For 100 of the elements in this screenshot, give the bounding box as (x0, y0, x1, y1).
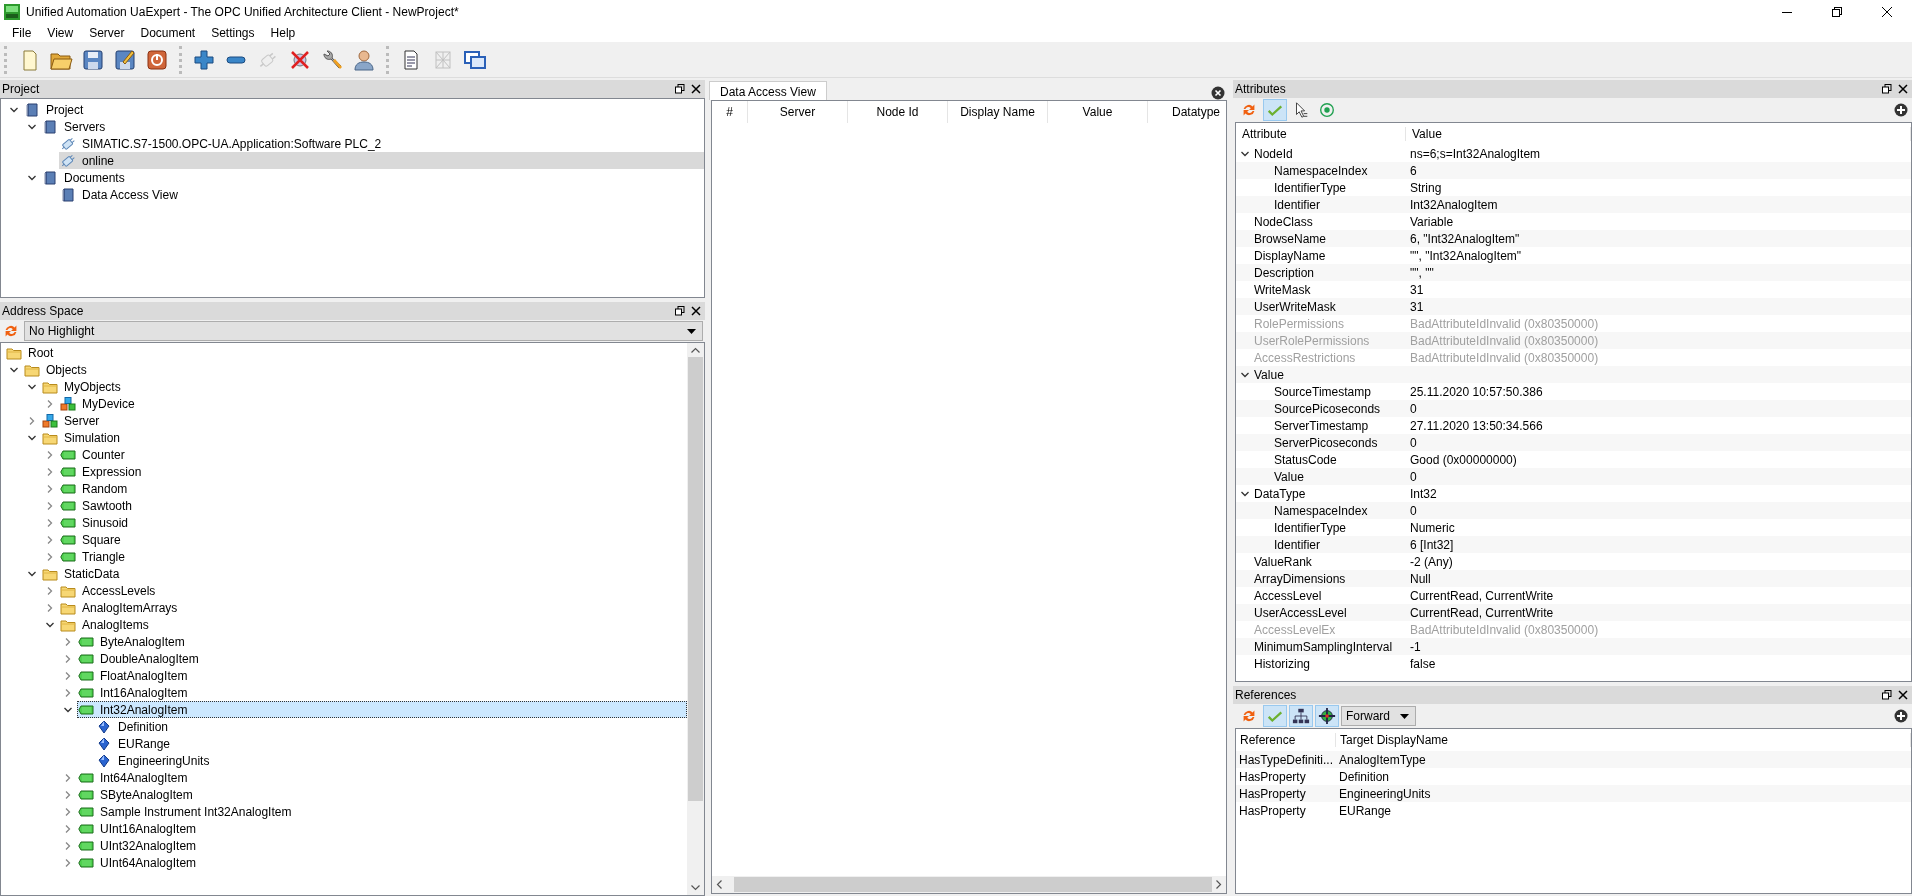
tree-item[interactable]: EngineeringUnits (95, 752, 687, 769)
scrollbar[interactable] (712, 876, 1226, 893)
tree-item[interactable]: Root (5, 344, 687, 361)
menu-item[interactable]: Help (262, 26, 304, 40)
chevron-right-icon[interactable] (45, 500, 55, 511)
restore-icon[interactable] (1832, 7, 1842, 17)
column-header[interactable]: Value (1048, 101, 1148, 123)
tree-item[interactable]: Random (59, 480, 687, 497)
tree-item[interactable]: FloatAnalogItem (77, 667, 687, 684)
chevron-right-icon[interactable] (45, 534, 55, 545)
tree-item[interactable]: UInt64AnalogItem (77, 854, 687, 871)
tree-item[interactable]: StaticData (41, 565, 687, 582)
column-header[interactable]: Datatype (1148, 101, 1226, 123)
tree-item[interactable]: Server (41, 412, 687, 429)
toggle-button[interactable] (1315, 705, 1339, 727)
tree-item[interactable]: UInt32AnalogItem (77, 837, 687, 854)
plus-icon[interactable] (192, 47, 216, 72)
chevron-right-icon[interactable] (45, 398, 55, 409)
tree-item[interactable]: Data Access View (59, 186, 704, 203)
scroll-right-icon[interactable] (1216, 880, 1222, 889)
tree-item[interactable]: online (59, 152, 704, 169)
tree-item[interactable]: MyDevice (59, 395, 687, 412)
tree-item[interactable]: Counter (59, 446, 687, 463)
toggle-button[interactable] (1289, 705, 1313, 727)
chevron-right-icon[interactable] (63, 857, 73, 868)
menu-item[interactable]: Server (81, 26, 133, 40)
add-circle-icon[interactable] (1894, 103, 1908, 117)
tree-item[interactable]: Int64AnalogItem (77, 769, 687, 786)
column-header[interactable]: Value (1406, 127, 1911, 141)
tree-item[interactable]: Int16AnalogItem (77, 684, 687, 701)
tree-item[interactable]: ByteAnalogItem (77, 633, 687, 650)
tree-item[interactable]: Square (59, 531, 687, 548)
document-tab[interactable]: Data Access View (709, 81, 827, 100)
column-header[interactable]: Node Id (848, 101, 948, 123)
direction-dropdown[interactable]: Forward (1341, 706, 1416, 726)
tree-item[interactable]: Servers (41, 118, 704, 135)
tree-item[interactable]: AnalogItems (59, 616, 687, 633)
tree-item[interactable]: Project (23, 101, 704, 118)
chevron-right-icon[interactable] (63, 772, 73, 783)
menu-item[interactable]: Settings (203, 26, 263, 40)
tree-item[interactable]: DoubleAnalogItem (77, 650, 687, 667)
chevron-right-icon[interactable] (63, 687, 73, 698)
tree-item[interactable]: MyObjects (41, 378, 687, 395)
menu-item[interactable]: View (39, 26, 82, 40)
chevron-right-icon[interactable] (45, 517, 55, 528)
menu-item[interactable]: Document (132, 26, 204, 40)
chevron-right-icon[interactable] (63, 823, 73, 834)
tree-item[interactable]: Triangle (59, 548, 687, 565)
column-header[interactable]: Reference (1236, 733, 1336, 747)
tree-item[interactable]: Int32AnalogItem (77, 701, 687, 718)
toggle-button[interactable] (1263, 99, 1287, 121)
column-header[interactable]: Target DisplayName (1336, 733, 1911, 747)
tree-item[interactable]: SByteAnalogItem (77, 786, 687, 803)
power-icon[interactable] (145, 47, 169, 72)
tree-item[interactable]: Objects (23, 361, 687, 378)
close-icon[interactable] (691, 306, 701, 316)
float-icon[interactable] (1882, 84, 1892, 94)
tree-item[interactable]: Sawtooth (59, 497, 687, 514)
column-header[interactable]: Attribute (1236, 127, 1406, 141)
tree-item[interactable]: Documents (41, 169, 704, 186)
tree-item[interactable]: Sinusoid (59, 514, 687, 531)
chevron-right-icon[interactable] (63, 789, 73, 800)
menu-item[interactable]: File (4, 26, 40, 40)
add-circle-icon[interactable] (1894, 709, 1908, 723)
chevron-right-icon[interactable] (63, 806, 73, 817)
tree-item[interactable]: AccessLevels (59, 582, 687, 599)
chevron-right-icon[interactable] (45, 466, 55, 477)
tree-item[interactable]: SIMATIC.S7-1500.OPC-UA.Application:Software PLC_2 (59, 135, 704, 152)
column-header[interactable]: Server (748, 101, 848, 123)
scroll-up-icon[interactable] (691, 347, 700, 353)
scrollbar[interactable] (687, 343, 704, 895)
chevron-right-icon[interactable] (45, 585, 55, 596)
tree-item[interactable]: Definition (95, 718, 687, 735)
tree-item[interactable]: Expression (59, 463, 687, 480)
float-icon[interactable] (1882, 690, 1892, 700)
chevron-right-icon[interactable] (45, 449, 55, 460)
chevron-right-icon[interactable] (27, 415, 37, 426)
tree-item[interactable]: EURange (95, 735, 687, 752)
tree-item[interactable]: UInt16AnalogItem (77, 820, 687, 837)
tree-item[interactable]: Sample Instrument Int32AnalogItem (77, 803, 687, 820)
tree-item[interactable]: Simulation (41, 429, 687, 446)
scroll-down-icon[interactable] (691, 885, 700, 891)
column-header[interactable]: # (712, 101, 748, 123)
chevron-right-icon[interactable] (63, 636, 73, 647)
chevron-right-icon[interactable] (63, 840, 73, 851)
column-header[interactable]: Display Name (948, 101, 1048, 123)
chevron-right-icon[interactable] (63, 670, 73, 681)
toggle-button[interactable] (1263, 705, 1287, 727)
close-icon[interactable] (1898, 690, 1908, 700)
scroll-left-icon[interactable] (716, 880, 722, 889)
person-icon[interactable] (352, 47, 376, 72)
highlight-dropdown[interactable]: No Highlight (24, 321, 703, 341)
close-icon[interactable] (1898, 84, 1908, 94)
close-icon[interactable] (1882, 7, 1892, 17)
floppy-pencil-icon[interactable] (113, 47, 137, 72)
chevron-right-icon[interactable] (63, 653, 73, 664)
chevron-right-icon[interactable] (45, 483, 55, 494)
close-icon[interactable] (691, 84, 701, 94)
close-tab-icon[interactable] (1211, 86, 1225, 100)
wrench-icon[interactable] (320, 47, 344, 72)
